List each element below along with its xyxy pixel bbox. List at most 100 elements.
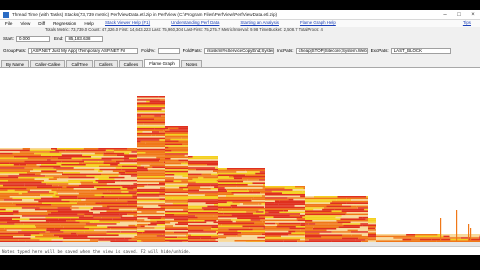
flame-frame[interactable]	[60, 229, 95, 232]
flame-frame[interactable]	[12, 152, 35, 155]
flame-frame[interactable]	[37, 162, 57, 164]
flame-frame[interactable]	[345, 213, 368, 216]
flame-frame[interactable]	[265, 203, 279, 206]
flame-frame[interactable]	[158, 204, 165, 207]
flame-frame[interactable]	[165, 223, 176, 226]
flame-frame[interactable]	[216, 180, 218, 182]
flame-frame[interactable]	[0, 178, 35, 180]
maximize-button[interactable]: □	[452, 10, 466, 19]
flame-frame[interactable]	[0, 181, 21, 184]
flame-frame[interactable]	[137, 224, 148, 226]
flame-frame[interactable]	[361, 234, 368, 236]
flame-frame[interactable]	[137, 222, 151, 224]
flame-frame[interactable]	[0, 224, 35, 227]
flame-frame[interactable]	[137, 112, 165, 114]
flame-frame[interactable]	[137, 108, 162, 111]
flame-frame[interactable]	[76, 232, 107, 235]
link-flame-graph-help[interactable]: Flame Graph Help	[300, 20, 336, 25]
flame-frame[interactable]	[125, 172, 137, 174]
flame-frame[interactable]	[9, 162, 38, 164]
flame-frame[interactable]	[150, 163, 165, 165]
flame-frame[interactable]	[112, 170, 126, 172]
flame-frame[interactable]	[218, 204, 231, 207]
flame-frame[interactable]	[121, 168, 137, 171]
flame-frame[interactable]	[265, 222, 276, 225]
flame-frame[interactable]	[120, 188, 128, 190]
flame-frame[interactable]	[137, 105, 165, 108]
flame-frame[interactable]	[90, 208, 119, 211]
flame-frame[interactable]	[368, 232, 376, 234]
flame-frame[interactable]	[137, 150, 165, 152]
flame-frame[interactable]	[150, 219, 165, 221]
flame-frame[interactable]	[137, 184, 148, 186]
flame-frame[interactable]	[13, 156, 52, 158]
flame-frame[interactable]	[14, 223, 24, 225]
flame-frame[interactable]	[165, 185, 187, 187]
flame-frame[interactable]	[8, 180, 44, 182]
flame-frame[interactable]	[152, 166, 165, 168]
flame-frame[interactable]	[299, 214, 305, 217]
flame-frame[interactable]	[105, 151, 115, 153]
flame-frame[interactable]	[0, 216, 21, 219]
flame-frame[interactable]	[431, 238, 441, 241]
flame-frame[interactable]	[165, 210, 188, 213]
flame-frame[interactable]	[420, 238, 432, 241]
flame-frame[interactable]	[99, 212, 137, 214]
flame-frame[interactable]	[58, 218, 71, 220]
flame-frame[interactable]	[165, 162, 182, 165]
flame-frame[interactable]	[356, 205, 368, 208]
flame-frame[interactable]	[7, 189, 15, 192]
flame-frame[interactable]	[278, 203, 305, 206]
flame-frame[interactable]	[165, 222, 171, 224]
flame-frame[interactable]	[102, 170, 113, 172]
flame-frame[interactable]	[154, 115, 162, 117]
flame-frame[interactable]	[150, 222, 165, 224]
flame-frame[interactable]	[68, 180, 96, 182]
flame-frame[interactable]	[330, 202, 347, 204]
flame-frame[interactable]	[291, 232, 305, 234]
flame-frame[interactable]	[218, 214, 232, 216]
flame-frame[interactable]	[243, 180, 265, 183]
flame-frame[interactable]	[300, 222, 305, 225]
flame-frame[interactable]	[0, 236, 13, 238]
flame-frame[interactable]	[226, 168, 265, 170]
flame-frame[interactable]	[187, 201, 189, 203]
flame-frame[interactable]	[249, 227, 264, 229]
flame-frame[interactable]	[188, 223, 218, 225]
flame-frame[interactable]	[93, 207, 110, 209]
flame-frame[interactable]	[368, 229, 376, 231]
flame-frame[interactable]	[77, 196, 102, 198]
flame-frame[interactable]	[165, 129, 170, 131]
flame-frame[interactable]	[19, 173, 36, 176]
flame-frame[interactable]	[0, 159, 8, 161]
flame-frame[interactable]	[188, 188, 211, 190]
flame-frame[interactable]	[27, 191, 49, 193]
flame-frame[interactable]	[231, 206, 265, 208]
flame-frame[interactable]	[137, 201, 165, 204]
flame-frame[interactable]	[85, 197, 119, 200]
flame-frame[interactable]	[188, 226, 212, 228]
flame-frame[interactable]	[0, 151, 20, 153]
flame-frame[interactable]	[204, 192, 218, 195]
flame-frame[interactable]	[91, 156, 125, 158]
flame-frame[interactable]	[100, 200, 128, 203]
flame-frame[interactable]	[12, 197, 41, 200]
flame-frame[interactable]	[27, 172, 64, 174]
flame-frame[interactable]	[165, 194, 188, 197]
flame-frame[interactable]	[221, 211, 247, 213]
flame-frame[interactable]	[137, 123, 144, 125]
flame-frame[interactable]	[104, 237, 125, 240]
flame-frame[interactable]	[165, 180, 174, 182]
flame-frame[interactable]	[137, 208, 165, 210]
flame-frame[interactable]	[175, 223, 188, 226]
flame-frame[interactable]	[260, 219, 265, 221]
flame-frame[interactable]	[34, 224, 61, 227]
flame-frame[interactable]	[271, 190, 303, 193]
flame-frame[interactable]	[26, 164, 37, 166]
flame-frame[interactable]	[63, 172, 80, 174]
flame-frame[interactable]	[188, 220, 195, 222]
flame-frame[interactable]	[261, 203, 265, 205]
flame-frame[interactable]	[165, 158, 171, 160]
flame-frame[interactable]	[137, 113, 165, 116]
flame-frame[interactable]	[183, 209, 188, 211]
